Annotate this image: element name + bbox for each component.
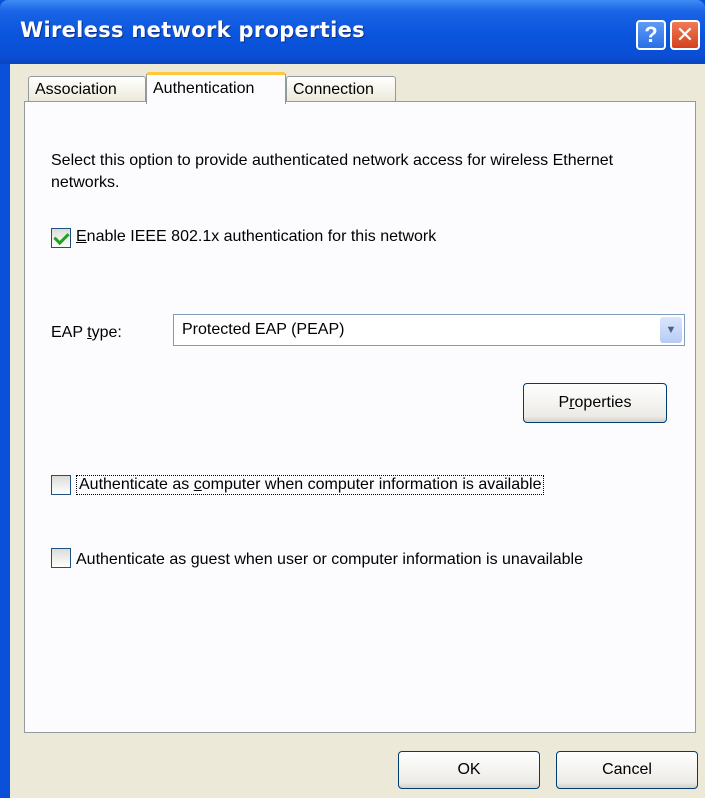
eap-type-label: EAP type: [51,324,122,341]
auth-computer-label: Authenticate as computer when computer i… [76,475,545,495]
chevron-down-icon[interactable]: ▼ [660,317,682,343]
help-icon[interactable]: ? [636,20,666,50]
eap-type-select[interactable]: Protected EAP (PEAP) ▼ [173,314,685,346]
enable-8021x-checkbox[interactable] [51,228,71,248]
enable-8021x-option[interactable]: Enable IEEE 802.1x authentication for th… [51,228,436,248]
tab-connection[interactable]: Connection [286,76,396,102]
dialog-window: Wireless network properties ? ✕ Associat… [0,0,705,798]
auth-guest-label: Authenticate as guest when user or compu… [76,551,583,568]
ok-button[interactable]: OK [398,751,540,789]
enable-8021x-label: Enable IEEE 802.1x authentication for th… [76,228,437,245]
auth-guest-option[interactable]: Authenticate as guest when user or compu… [51,548,611,571]
eap-type-value: Protected EAP (PEAP) [182,321,345,338]
auth-computer-checkbox[interactable] [51,475,71,495]
authentication-panel: Select this option to provide authentica… [24,101,696,733]
checkmark-icon [53,228,70,246]
auth-computer-option[interactable]: Authenticate as computer when computer i… [51,475,545,495]
tab-authentication[interactable]: Authentication [146,72,286,104]
title-bar[interactable]: Wireless network properties ? ✕ [0,0,705,64]
window-title: Wireless network properties [20,18,365,42]
tab-association[interactable]: Association [28,76,146,102]
auth-description: Select this option to provide authentica… [51,152,614,191]
close-icon[interactable]: ✕ [670,20,700,50]
properties-button[interactable]: Properties [523,383,667,423]
cancel-button[interactable]: Cancel [556,751,698,789]
auth-guest-checkbox[interactable] [51,548,71,568]
dialog-client-area: Association Authentication Connection Se… [10,64,705,798]
